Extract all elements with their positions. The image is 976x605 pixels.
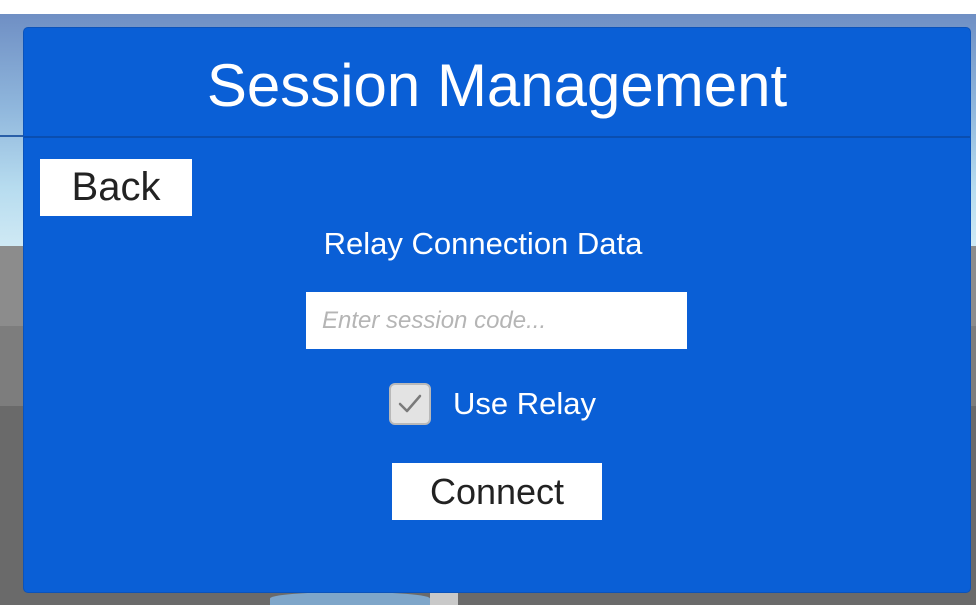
connect-button[interactable]: Connect bbox=[392, 463, 602, 520]
session-management-panel: Session Management Back Relay Connection… bbox=[24, 28, 970, 592]
use-relay-row: Use Relay bbox=[389, 383, 596, 425]
top-edge bbox=[0, 0, 976, 14]
use-relay-checkbox[interactable] bbox=[389, 383, 431, 425]
game-scene: Session Management Back Relay Connection… bbox=[0, 0, 976, 605]
relay-connection-label: Relay Connection Data bbox=[323, 226, 643, 261]
session-code-input[interactable] bbox=[306, 292, 687, 349]
floor-tile bbox=[430, 590, 458, 605]
floor-highlight bbox=[270, 592, 430, 605]
back-button[interactable]: Back bbox=[40, 159, 192, 216]
check-icon bbox=[398, 394, 422, 413]
header-divider-edge bbox=[0, 135, 24, 137]
panel-title: Session Management bbox=[206, 52, 788, 119]
use-relay-label: Use Relay bbox=[453, 386, 596, 421]
panel-header: Session Management bbox=[24, 28, 970, 138]
